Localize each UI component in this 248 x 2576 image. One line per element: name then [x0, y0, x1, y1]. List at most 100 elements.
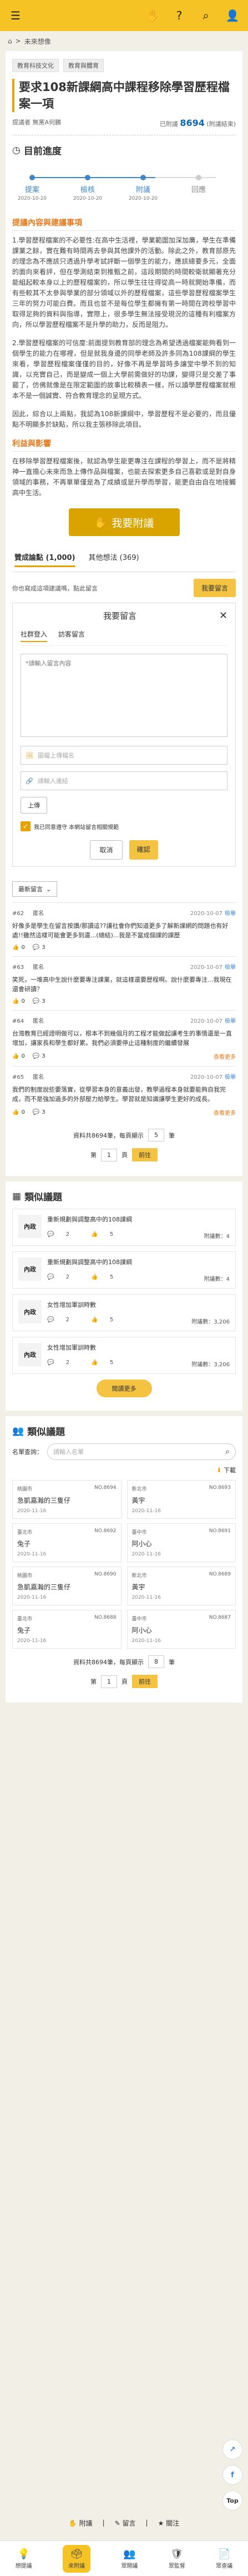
- share-icon[interactable]: ↗: [222, 2439, 242, 2459]
- tab-support[interactable]: 贊成論點 (1,000): [14, 552, 75, 567]
- comment-prompt: 你也寫成這項建議嗎，點此留言: [12, 584, 98, 592]
- pager-info: 資料共8694筆，每頁顯示: [73, 1132, 144, 1139]
- signer-no: NO.8692: [94, 1528, 117, 1534]
- user-icon[interactable]: 👤: [225, 8, 240, 23]
- related-item[interactable]: 內政 重新規劃與調整高中的108課綱 💬 2 👍 5 附議數：4: [12, 1251, 236, 1289]
- tag-item[interactable]: 教育與體育: [63, 59, 104, 72]
- thumb-up-icon: 👍: [12, 1109, 19, 1115]
- comment-author: 匿名: [33, 964, 44, 971]
- like-button[interactable]: 👍 0: [12, 1053, 25, 1059]
- per-page-select[interactable]: 8: [148, 1655, 164, 1668]
- comment-number: #62: [12, 911, 24, 917]
- help-icon[interactable]: ?: [171, 8, 187, 23]
- support-button-label: 我要附議: [112, 517, 154, 529]
- like-count: 0: [21, 1053, 25, 1059]
- nav-item-support[interactable]: 🗳 來附議: [63, 2544, 91, 2573]
- back-to-top-button[interactable]: Top: [222, 2491, 242, 2511]
- upload-button[interactable]: 上傳: [21, 797, 47, 814]
- comment-modal: 我要留言 ✕ 社群登入 訪客留言 🖼 圖檔上傳檔名 🔗 請輸入連結 上傳 ✓ 我…: [12, 603, 236, 867]
- chat-icon: 💬: [32, 1053, 40, 1059]
- related-item[interactable]: 內政 重新規劃與調整高中的108課綱 💬 2 👍 5 附議數：4: [12, 1209, 236, 1246]
- like-count-value: 5: [109, 1360, 114, 1366]
- search-icon[interactable]: ⌕: [225, 1447, 230, 1456]
- proposal-paragraph: 1.學習歷程檔案的不必要性:在高中生活裡，學業範圍加深加廣，學生在準備課業之餘，…: [12, 236, 236, 329]
- reply-button[interactable]: 💬 3: [33, 1109, 45, 1115]
- view-more-link[interactable]: 查看更多: [214, 1108, 236, 1117]
- sort-dropdown[interactable]: 最新留言 ⌄: [12, 881, 58, 897]
- link-icon: 🔗: [26, 777, 33, 785]
- signer-city: 新北市: [131, 1573, 147, 1579]
- step-label: 附議: [135, 186, 150, 194]
- search-icon[interactable]: ⌕: [198, 8, 214, 23]
- go-button[interactable]: 前往: [132, 1148, 158, 1161]
- nav-item-monitor[interactable]: 🛡 眾監督: [169, 2548, 185, 2569]
- signer-name: 急凱嘉瀚的三隻仔: [17, 1583, 71, 1591]
- follow-action[interactable]: ★ 關注: [158, 2518, 180, 2528]
- like-button[interactable]: 👍 0: [12, 944, 25, 951]
- related-title-text: 重新規劃與調整高中的108課綱: [47, 1216, 132, 1223]
- report-link[interactable]: 檢舉: [225, 1018, 236, 1024]
- reply-count: 3: [42, 944, 45, 951]
- like-count: 👍 5: [91, 1274, 123, 1280]
- breadcrumb-current[interactable]: 未來想像: [24, 37, 51, 46]
- related-item[interactable]: 內政 女性增加軍訓時數 💬 2 👍 5 附議數：3,206: [12, 1337, 236, 1374]
- hamburger-icon[interactable]: ☰: [8, 8, 23, 23]
- signer-card: 臺中市 NO.8687 阿小心 2020-11-16: [126, 1610, 236, 1649]
- like-button[interactable]: 👍 0: [12, 1109, 25, 1115]
- thumb-up-icon: 👍: [91, 1274, 98, 1280]
- like-button[interactable]: 👍 0: [12, 998, 25, 1004]
- step-dot: [140, 175, 146, 180]
- signer-card: 桃園市 NO.8690 急凱嘉瀚的三隻仔 2020-11-16: [12, 1567, 122, 1605]
- cancel-button[interactable]: 取消: [90, 840, 123, 860]
- signer-search-input[interactable]: 請輸入名單 ⌕: [47, 1443, 236, 1460]
- tab-social-login[interactable]: 社群登入: [21, 629, 48, 642]
- confirm-button[interactable]: 確認: [129, 840, 158, 860]
- related-item[interactable]: 內政 女性增加軍訓時數 💬 2 👍 5 附議數：3,206: [12, 1294, 236, 1331]
- view-more-link[interactable]: 查看更多: [214, 1052, 236, 1060]
- image-upload-field[interactable]: 🖼 圖檔上傳檔名: [21, 746, 227, 765]
- grid-icon: ▦: [12, 1190, 22, 1202]
- agree-checkbox-row[interactable]: ✓ 我已同意遵守 本網站留言相關規範: [21, 821, 227, 831]
- download-link[interactable]: ⬇ 下載: [12, 1466, 236, 1474]
- facebook-icon[interactable]: f: [222, 2465, 242, 2485]
- clock-icon: ◷: [12, 144, 21, 156]
- nav-item-search[interactable]: 📄 眾查議: [216, 2548, 232, 2569]
- page-input[interactable]: 1: [101, 1148, 117, 1161]
- wave-hand-icon[interactable]: ✋: [145, 8, 160, 23]
- related-title-text: 女性增加軍訓時數: [47, 1344, 96, 1351]
- home-icon[interactable]: ⌂: [8, 37, 12, 45]
- link-input[interactable]: 🔗 請輸入連結: [21, 771, 227, 790]
- report-link[interactable]: 檢舉: [225, 1074, 236, 1080]
- signer-no: NO.8689: [209, 1572, 231, 1577]
- nav-label: 眾查議: [216, 2563, 233, 2569]
- progress-title: ◷ 目前進度: [12, 144, 62, 158]
- signatures-count: 8694: [180, 118, 205, 128]
- reply-button[interactable]: 💬 3: [33, 944, 45, 951]
- comment-action[interactable]: ✎ 留言: [115, 2518, 136, 2528]
- signer-city: 臺中市: [131, 1530, 147, 1536]
- page-suffix: 頁: [122, 1678, 128, 1685]
- go-button[interactable]: 前往: [132, 1675, 158, 1688]
- reply-button[interactable]: 💬 3: [33, 998, 45, 1004]
- per-page-select[interactable]: 5: [148, 1129, 164, 1141]
- nav-item-propose[interactable]: 💡 想提議: [16, 2548, 32, 2569]
- signer-card: 新北市 NO.8689 黃宇 2020-11-16: [126, 1567, 236, 1605]
- read-more-button[interactable]: 閱讀更多: [96, 1380, 152, 1397]
- check-icon[interactable]: ✓: [21, 821, 31, 831]
- close-icon[interactable]: ✕: [219, 610, 227, 622]
- chat-icon: 💬: [32, 998, 40, 1004]
- support-button[interactable]: ✋ 我要附議: [68, 508, 180, 536]
- leave-message-button[interactable]: 我要留言: [193, 579, 236, 597]
- hand-icon: ✋: [94, 516, 108, 529]
- tab-other[interactable]: 其他想法 (369): [89, 552, 139, 567]
- reply-button[interactable]: 💬 3: [33, 1053, 45, 1059]
- tag-item[interactable]: 教育科技文化: [12, 59, 59, 72]
- nav-item-meeting[interactable]: 👥 眾開議: [121, 2548, 138, 2569]
- report-link[interactable]: 檢舉: [225, 911, 236, 917]
- proposal-content-heading: 提議內容與建議事項: [12, 217, 236, 231]
- report-link[interactable]: 檢舉: [225, 964, 236, 971]
- tab-guest-comment[interactable]: 訪客留言: [58, 629, 85, 642]
- support-action[interactable]: ✋ 附議: [69, 2518, 93, 2528]
- page-input[interactable]: 1: [101, 1675, 117, 1688]
- comment-textarea[interactable]: [21, 654, 227, 737]
